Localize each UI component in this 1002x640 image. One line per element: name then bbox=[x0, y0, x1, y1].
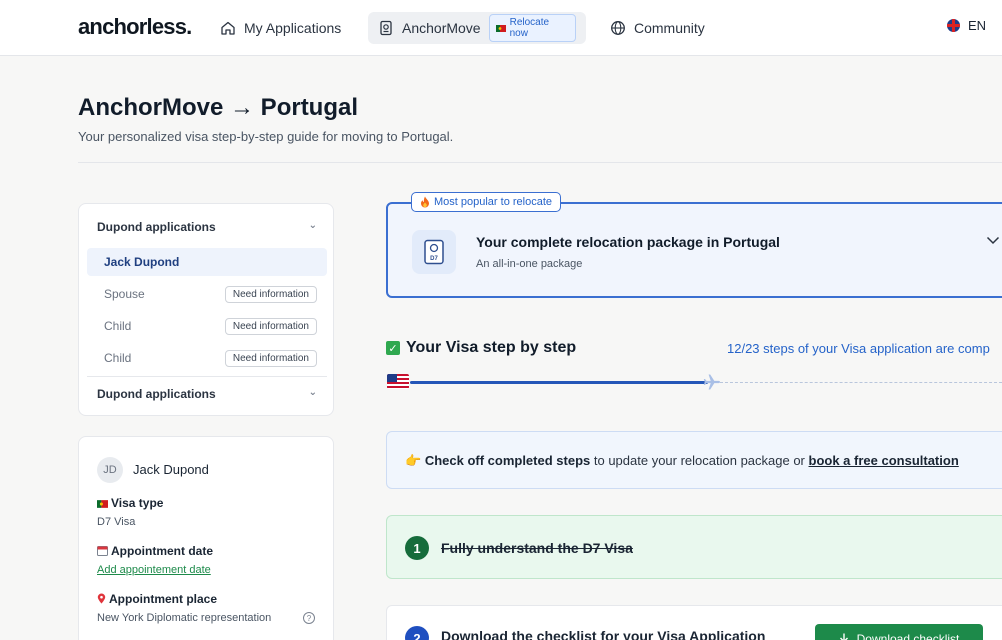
chevron-down-icon: ⌄ bbox=[308, 387, 317, 398]
info-middle-text: to update your relocation package or bbox=[590, 453, 809, 468]
most-popular-label: Most popular to relocate bbox=[434, 196, 553, 208]
us-flag-icon bbox=[387, 374, 409, 389]
avatar: JD bbox=[97, 457, 123, 483]
passport-icon bbox=[378, 20, 394, 36]
info-banner: 👉 Check off completed steps to update yo… bbox=[386, 431, 1002, 489]
pointing-hand-icon: 👉 bbox=[405, 453, 422, 468]
d7-passport-icon: D7 bbox=[412, 230, 456, 274]
visa-type-label: Visa type bbox=[97, 496, 163, 510]
anchorless-logo[interactable]: anchorless. bbox=[78, 14, 192, 40]
need-information-badge[interactable]: Need information bbox=[224, 349, 317, 367]
package-title: Your complete relocation package in Port… bbox=[476, 234, 780, 250]
relocate-now-label: Relocate now bbox=[509, 17, 550, 39]
applications-second-group-title: Dupond applications bbox=[97, 387, 216, 401]
nav-community[interactable]: Community bbox=[600, 12, 715, 44]
step-item-completed[interactable]: 1 Fully understand the D7 Visa bbox=[386, 515, 1002, 579]
portugal-flag-icon bbox=[495, 24, 506, 32]
appointment-place-label: Appointment place bbox=[97, 592, 217, 606]
applications-group-toggle[interactable]: Dupond applications ⌄ bbox=[97, 220, 317, 234]
visa-type-value: D7 Visa bbox=[97, 516, 136, 528]
visa-steps-heading: ✓ Your Visa step by step bbox=[386, 339, 576, 357]
applicant-name: Jack Dupond bbox=[133, 462, 209, 477]
member-item[interactable]: Child Need information bbox=[87, 344, 327, 372]
download-checklist-label: Download checklist bbox=[856, 632, 960, 640]
relocate-now-badge[interactable]: Relocate now bbox=[488, 14, 576, 42]
most-popular-tag: Most popular to relocate bbox=[411, 192, 562, 212]
appointment-place-value: New York Diplomatic representation bbox=[97, 612, 272, 624]
pin-icon bbox=[97, 593, 106, 604]
need-information-badge[interactable]: Need information bbox=[224, 317, 317, 335]
page-subtitle: Your personalized visa step-by-step guid… bbox=[78, 129, 454, 144]
step-number-badge: 1 bbox=[405, 536, 429, 560]
need-information-badge[interactable]: Need information bbox=[224, 285, 317, 303]
help-icon[interactable]: ? bbox=[303, 612, 315, 624]
progress-track-completed bbox=[410, 381, 708, 384]
member-name: Jack Dupond bbox=[104, 255, 180, 269]
appointment-date-label: Appointment date bbox=[97, 544, 213, 558]
member-name: Spouse bbox=[104, 287, 145, 301]
portugal-flag-icon bbox=[97, 500, 108, 508]
applications-group-title: Dupond applications bbox=[97, 220, 216, 234]
book-consultation-link[interactable]: book a free consultation bbox=[809, 453, 959, 468]
nav-my-applications-label: My Applications bbox=[244, 20, 342, 36]
steps-progress-count: 12/23 steps of your Visa application are… bbox=[727, 341, 990, 356]
uk-flag-icon bbox=[946, 19, 960, 32]
header-divider bbox=[78, 162, 1002, 163]
member-item[interactable]: Spouse Need information bbox=[87, 280, 327, 308]
step-number-badge: 2 bbox=[405, 626, 429, 640]
top-navigation: anchorless. My Applications AnchorMove R… bbox=[0, 0, 1002, 56]
step-item[interactable]: 2 Download the checklist for your Visa A… bbox=[386, 605, 1002, 640]
member-name: Child bbox=[104, 319, 132, 333]
visa-steps-title: Your Visa step by step bbox=[406, 339, 577, 356]
check-mark-icon: ✓ bbox=[386, 341, 400, 355]
member-item[interactable]: Jack Dupond bbox=[87, 248, 327, 276]
add-appointment-date-link[interactable]: Add appointement date bbox=[97, 564, 211, 576]
language-selector[interactable]: EN bbox=[946, 18, 986, 33]
member-item[interactable]: Child Need information bbox=[87, 312, 327, 340]
applications-second-group-toggle[interactable]: Dupond applications ⌄ bbox=[97, 387, 317, 401]
download-checklist-button[interactable]: Download checklist bbox=[815, 624, 983, 640]
globe-icon bbox=[610, 20, 626, 36]
home-icon bbox=[220, 20, 236, 36]
applicant-details-card: JD Jack Dupond Visa type D7 Visa Appoint… bbox=[78, 436, 334, 640]
page-title: AnchorMove → Portugal bbox=[78, 94, 359, 121]
relocation-package-card[interactable]: D7 Your complete relocation package in P… bbox=[386, 202, 1002, 298]
package-subtitle: An all-in-one package bbox=[476, 258, 583, 270]
nav-anchormove[interactable]: AnchorMove Relocate now bbox=[368, 12, 586, 44]
applications-member-list: Jack Dupond Spouse Need information Chil… bbox=[87, 240, 327, 377]
airplane-icon bbox=[702, 372, 722, 392]
applications-card: Dupond applications ⌄ Jack Dupond Spouse… bbox=[78, 203, 334, 416]
nav-anchormove-label: AnchorMove bbox=[402, 20, 481, 36]
fire-icon bbox=[420, 196, 430, 208]
info-bold-text: Check off completed steps bbox=[424, 453, 591, 468]
member-name: Child bbox=[104, 351, 132, 365]
step-title: Download the checklist for your Visa App… bbox=[441, 628, 766, 640]
calendar-icon bbox=[97, 545, 108, 556]
step-title: Fully understand the D7 Visa bbox=[441, 540, 633, 556]
progress-track-remaining bbox=[720, 382, 1002, 383]
chevron-down-icon[interactable] bbox=[986, 236, 1000, 245]
download-icon bbox=[839, 633, 849, 640]
d7-icon-label: D7 bbox=[430, 256, 438, 262]
info-banner-text: 👉 Check off completed steps to update yo… bbox=[405, 453, 959, 469]
language-label: EN bbox=[967, 18, 986, 33]
nav-my-applications[interactable]: My Applications bbox=[210, 12, 351, 44]
nav-community-label: Community bbox=[634, 20, 705, 36]
chevron-down-icon: ⌄ bbox=[308, 220, 317, 231]
